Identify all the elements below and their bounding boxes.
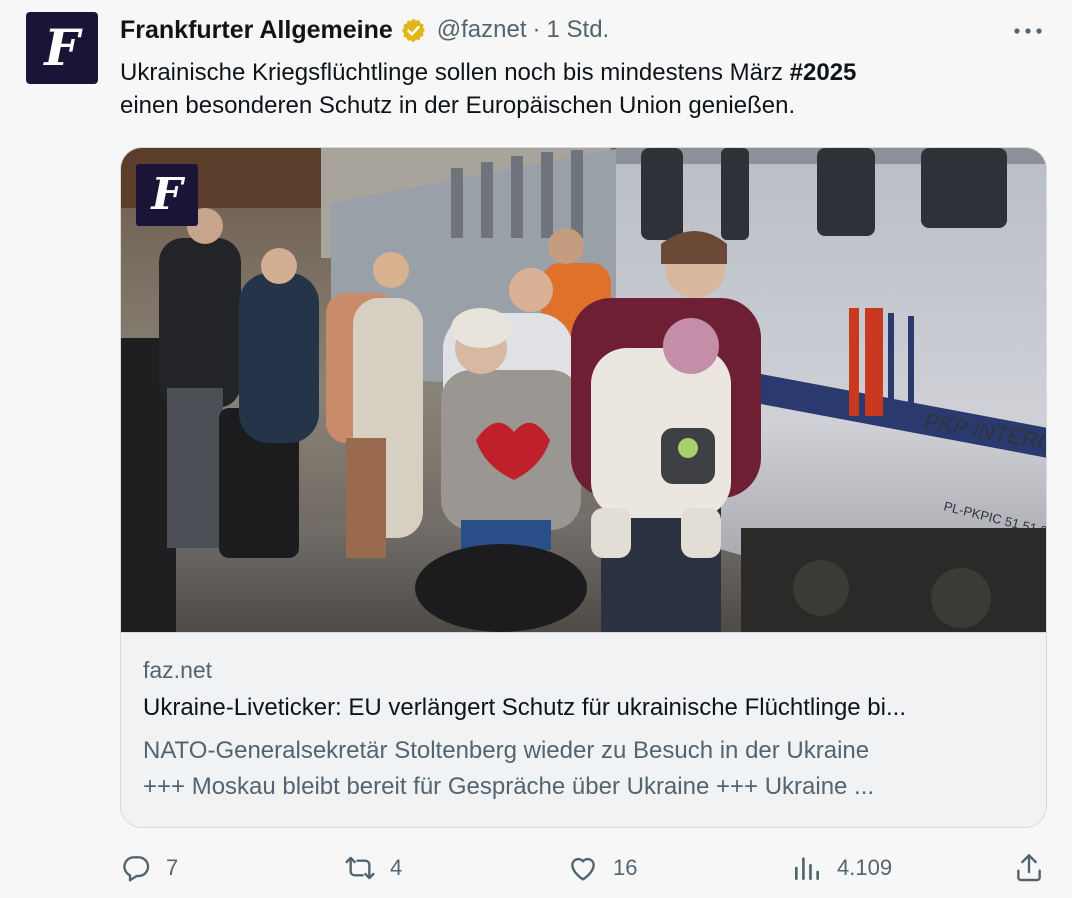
card-description: NATO-Generalsekretär Stoltenberg wieder …	[143, 733, 1023, 805]
author-handle[interactable]: @faznet	[437, 16, 527, 44]
verified-badge-icon	[401, 18, 425, 42]
share-button[interactable]	[1013, 848, 1045, 888]
like-button[interactable]: 16	[567, 848, 637, 888]
tweet-text: Ukrainische Kriegsflüchtlinge sollen noc…	[120, 56, 1020, 122]
share-icon	[1017, 854, 1041, 882]
views-icon	[795, 857, 819, 880]
avatar[interactable]: F	[26, 12, 98, 84]
tweet-time[interactable]: 1 Std.	[547, 16, 610, 44]
tweet-text-line-1: Ukrainische Kriegsflüchtlinge sollen noc…	[120, 56, 1020, 89]
views-button[interactable]: 4.109	[791, 848, 892, 888]
link-preview-card[interactable]: PKP INTERCITY PL-PKPIC 51 51 28-70 012-	[120, 147, 1047, 828]
tweet-header: Frankfurter Allgemeine @faznet · 1 Std.	[120, 14, 609, 46]
card-logo-letter: F	[151, 169, 183, 220]
hashtag-value: 2025	[803, 59, 857, 86]
meta-separator: ·	[532, 16, 541, 43]
card-brand-logo: F	[136, 164, 198, 226]
more-icon	[1014, 28, 1042, 34]
reply-icon	[123, 856, 150, 882]
card-body: faz.net Ukraine-Liveticker: EU verlänger…	[121, 632, 1046, 827]
hashtag-link[interactable]: #2025	[790, 59, 857, 86]
action-bar: 7 4 16 4.109	[120, 848, 1047, 888]
repost-button[interactable]: 4	[344, 848, 402, 888]
hashtag-symbol: #	[789, 59, 804, 86]
reply-button[interactable]: 7	[120, 848, 178, 888]
like-icon	[571, 857, 595, 881]
card-description-line-1: NATO-Generalsekretär Stoltenberg wieder …	[143, 737, 870, 764]
repost-count: 4	[390, 855, 403, 880]
card-title: Ukraine-Liveticker: EU verlängert Schutz…	[143, 694, 906, 721]
repost-icon	[345, 856, 375, 880]
like-count: 16	[613, 855, 638, 880]
author-name[interactable]: Frankfurter Allgemeine	[120, 16, 393, 45]
tweet-text-segment: Ukrainische Kriegsflüchtlinge sollen noc…	[120, 59, 790, 86]
avatar-logo: F	[44, 18, 80, 77]
card-description-line-2: +++ Moskau bleibt bereit für Gespräche ü…	[143, 773, 875, 800]
tweet-text-line-2: einen besonderen Schutz in der Europäisc…	[120, 92, 796, 119]
card-photo: PKP INTERCITY PL-PKPIC 51 51 28-70 012-	[121, 148, 1046, 632]
more-button[interactable]	[1010, 16, 1046, 46]
reply-count: 7	[166, 855, 179, 880]
views-count: 4.109	[837, 855, 893, 880]
card-domain: faz.net	[143, 657, 213, 683]
